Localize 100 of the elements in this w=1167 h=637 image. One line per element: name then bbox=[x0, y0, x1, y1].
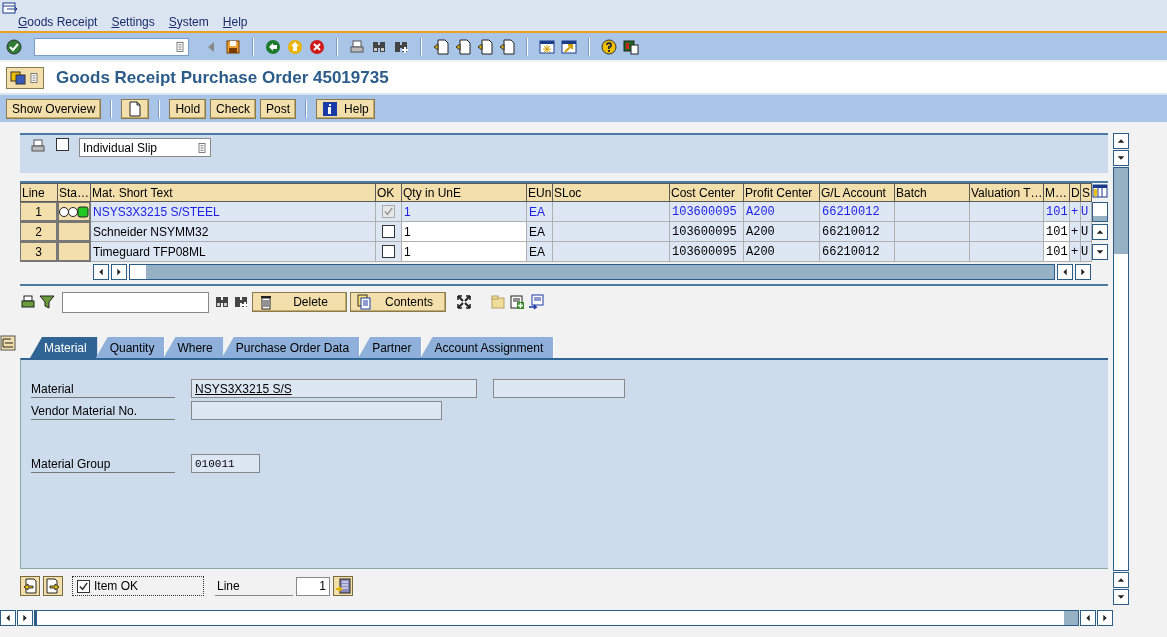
column-header[interactable]: Valuation T… bbox=[970, 183, 1044, 202]
input-field[interactable]: 010011 bbox=[191, 454, 260, 473]
cancel-icon[interactable] bbox=[309, 38, 325, 55]
menu-item[interactable]: Goods Receipt bbox=[18, 15, 98, 29]
scroll-up-button[interactable] bbox=[1092, 224, 1108, 240]
next-item-button[interactable] bbox=[43, 576, 63, 596]
tab[interactable]: Material bbox=[30, 337, 98, 358]
layout-icon[interactable] bbox=[623, 38, 639, 55]
scroll-right-button[interactable] bbox=[1075, 264, 1091, 280]
column-header[interactable]: Mat. Short Text bbox=[91, 183, 376, 202]
horizontal-scrollbar[interactable] bbox=[34, 610, 1079, 626]
scroll-left-button[interactable] bbox=[1057, 264, 1073, 280]
row-selector[interactable]: 2 bbox=[20, 222, 58, 242]
row-selector[interactable]: 3 bbox=[20, 242, 58, 262]
scroll-left-button[interactable] bbox=[0, 610, 16, 626]
column-header[interactable]: EUn bbox=[527, 183, 553, 202]
row-selector[interactable]: 1 bbox=[20, 202, 58, 222]
binoculars-plus-icon[interactable] bbox=[233, 294, 249, 310]
input-field[interactable] bbox=[191, 401, 442, 420]
printer-icon[interactable] bbox=[30, 138, 46, 154]
previous-item-button[interactable] bbox=[20, 576, 40, 596]
tab[interactable]: Where bbox=[163, 337, 224, 358]
checkbox[interactable] bbox=[382, 225, 395, 238]
table-cell: + bbox=[1070, 202, 1081, 222]
column-header[interactable]: Sta… bbox=[58, 183, 91, 202]
column-settings-icon[interactable] bbox=[1092, 183, 1108, 199]
checkbox-label: Item OK bbox=[94, 579, 138, 593]
command-field[interactable] bbox=[34, 37, 189, 56]
horizontal-scrollbar[interactable] bbox=[129, 264, 1055, 280]
table-cell: A200 bbox=[744, 222, 820, 242]
menu-item[interactable]: Settings bbox=[111, 15, 155, 29]
tab[interactable]: Purchase Order Data bbox=[221, 337, 361, 358]
checkbox[interactable] bbox=[382, 245, 395, 258]
move-document-icon[interactable] bbox=[528, 294, 544, 310]
checkbox[interactable] bbox=[77, 579, 90, 593]
help-icon[interactable] bbox=[601, 38, 617, 55]
line-field[interactable]: 1 bbox=[296, 576, 330, 596]
dropdown-icon[interactable] bbox=[174, 40, 186, 53]
scroll-left-button[interactable] bbox=[93, 264, 109, 280]
toolbar-button[interactable]: Post bbox=[260, 98, 297, 119]
tab[interactable]: Quantity bbox=[95, 337, 166, 358]
binoculars-icon[interactable] bbox=[214, 294, 230, 310]
save-icon[interactable] bbox=[225, 38, 241, 55]
scroll-right-button[interactable] bbox=[17, 610, 33, 626]
tree-toggle-icon[interactable] bbox=[0, 335, 16, 351]
column-header[interactable]: OK bbox=[376, 183, 402, 202]
field-label: Material bbox=[31, 379, 175, 398]
expand-icon[interactable] bbox=[456, 294, 472, 310]
tab[interactable]: Account Assignment bbox=[420, 337, 555, 358]
toolbar-button[interactable]: Hold bbox=[169, 98, 207, 119]
new-document-button[interactable] bbox=[121, 98, 150, 119]
quantity-field[interactable]: 1 bbox=[402, 222, 527, 242]
column-header[interactable]: Line bbox=[20, 183, 58, 202]
field-label: Material Group bbox=[31, 454, 175, 473]
shortcut-icon[interactable] bbox=[561, 38, 577, 55]
enter-icon[interactable] bbox=[6, 38, 22, 55]
column-header[interactable]: SLoc bbox=[553, 183, 670, 202]
toolbar-button[interactable]: Contents bbox=[350, 292, 446, 312]
display-toggle-button[interactable] bbox=[6, 66, 44, 89]
help-button[interactable]: Help bbox=[316, 98, 375, 119]
new-window-icon[interactable] bbox=[539, 38, 555, 55]
column-header[interactable]: G/L Account bbox=[820, 183, 895, 202]
scroll-up-button[interactable] bbox=[1113, 572, 1129, 588]
filter-icon[interactable] bbox=[39, 294, 55, 310]
scroll-down-button[interactable] bbox=[1113, 150, 1129, 166]
add-document-icon[interactable] bbox=[509, 294, 525, 310]
printer-icon[interactable] bbox=[20, 294, 36, 310]
menu-item[interactable]: System bbox=[168, 15, 209, 29]
column-header[interactable]: M… bbox=[1044, 183, 1070, 202]
dropdown-icon[interactable] bbox=[196, 141, 208, 154]
scroll-right-button[interactable] bbox=[111, 264, 127, 280]
movement-type-field[interactable]: 101 bbox=[1044, 222, 1070, 242]
slip-type-dropdown[interactable]: Individual Slip bbox=[79, 138, 211, 157]
scroll-left-button[interactable] bbox=[1080, 610, 1096, 626]
scroll-right-button[interactable] bbox=[1097, 610, 1113, 626]
checkbox[interactable] bbox=[56, 138, 69, 151]
back-icon[interactable] bbox=[265, 38, 281, 55]
scroll-up-button[interactable] bbox=[1113, 133, 1129, 149]
menu-icon[interactable] bbox=[2, 1, 18, 17]
movement-type-field[interactable]: 101 bbox=[1044, 242, 1070, 262]
column-header[interactable]: Cost Center bbox=[670, 183, 744, 202]
movement-type-field[interactable]: 101 bbox=[1044, 202, 1070, 222]
search-field[interactable] bbox=[62, 291, 209, 313]
printer-icon[interactable] bbox=[349, 38, 365, 55]
go-to-line-button[interactable] bbox=[333, 576, 353, 596]
column-header[interactable]: Qty in UnE bbox=[402, 183, 527, 202]
vertical-scrollbar[interactable] bbox=[1113, 167, 1129, 571]
quantity-field[interactable]: 1 bbox=[402, 242, 527, 262]
column-header[interactable]: Batch bbox=[895, 183, 970, 202]
scroll-down-button[interactable] bbox=[1092, 244, 1108, 260]
toolbar-button[interactable]: Delete bbox=[252, 292, 347, 312]
column-header[interactable]: Profit Center bbox=[744, 183, 820, 202]
scroll-thumb[interactable] bbox=[1092, 202, 1108, 222]
quantity-field[interactable]: 1 bbox=[402, 202, 527, 222]
toolbar-button[interactable]: Check bbox=[210, 98, 257, 119]
menu-item[interactable]: Help bbox=[222, 15, 248, 29]
scroll-down-button[interactable] bbox=[1113, 589, 1129, 605]
toolbar-button[interactable]: Show Overview bbox=[6, 98, 102, 119]
input-field[interactable]: NSYS3X3215 S/S bbox=[191, 379, 477, 398]
tab[interactable]: Partner bbox=[358, 337, 423, 358]
